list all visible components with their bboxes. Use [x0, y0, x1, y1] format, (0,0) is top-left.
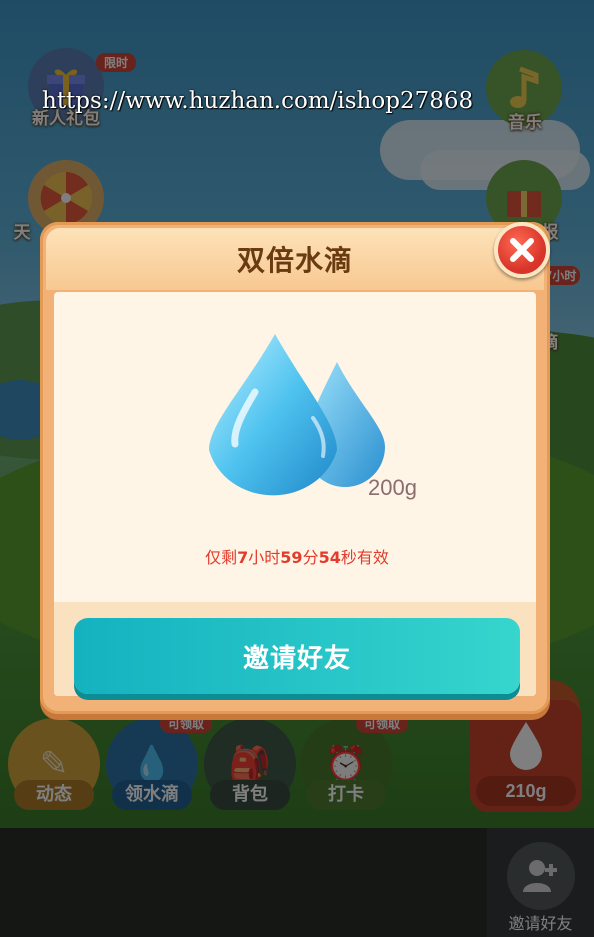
dialog-title: 双倍水滴	[236, 244, 353, 277]
validity-prefix: 仅剩	[205, 548, 238, 567]
water-amount: 200g	[368, 475, 417, 500]
close-icon	[510, 238, 534, 262]
validity-hours: 7	[237, 548, 249, 567]
invite-friends-button[interactable]: 邀请好友	[74, 618, 520, 694]
validity-countdown: 仅剩7小时59分54秒有效	[0, 544, 594, 568]
watermark-url: https://www.huzhan.com/ishop27868	[42, 88, 474, 114]
dialog-header: 双倍水滴	[46, 228, 544, 290]
validity-minutes: 59	[280, 548, 303, 567]
validity-hour-unit: 小时	[248, 548, 281, 567]
validity-minute-unit: 分	[302, 548, 319, 567]
validity-seconds: 54	[318, 548, 341, 567]
scalloped-divider	[54, 594, 536, 610]
close-button[interactable]	[494, 222, 550, 278]
validity-suffix: 秒有效	[340, 548, 389, 567]
